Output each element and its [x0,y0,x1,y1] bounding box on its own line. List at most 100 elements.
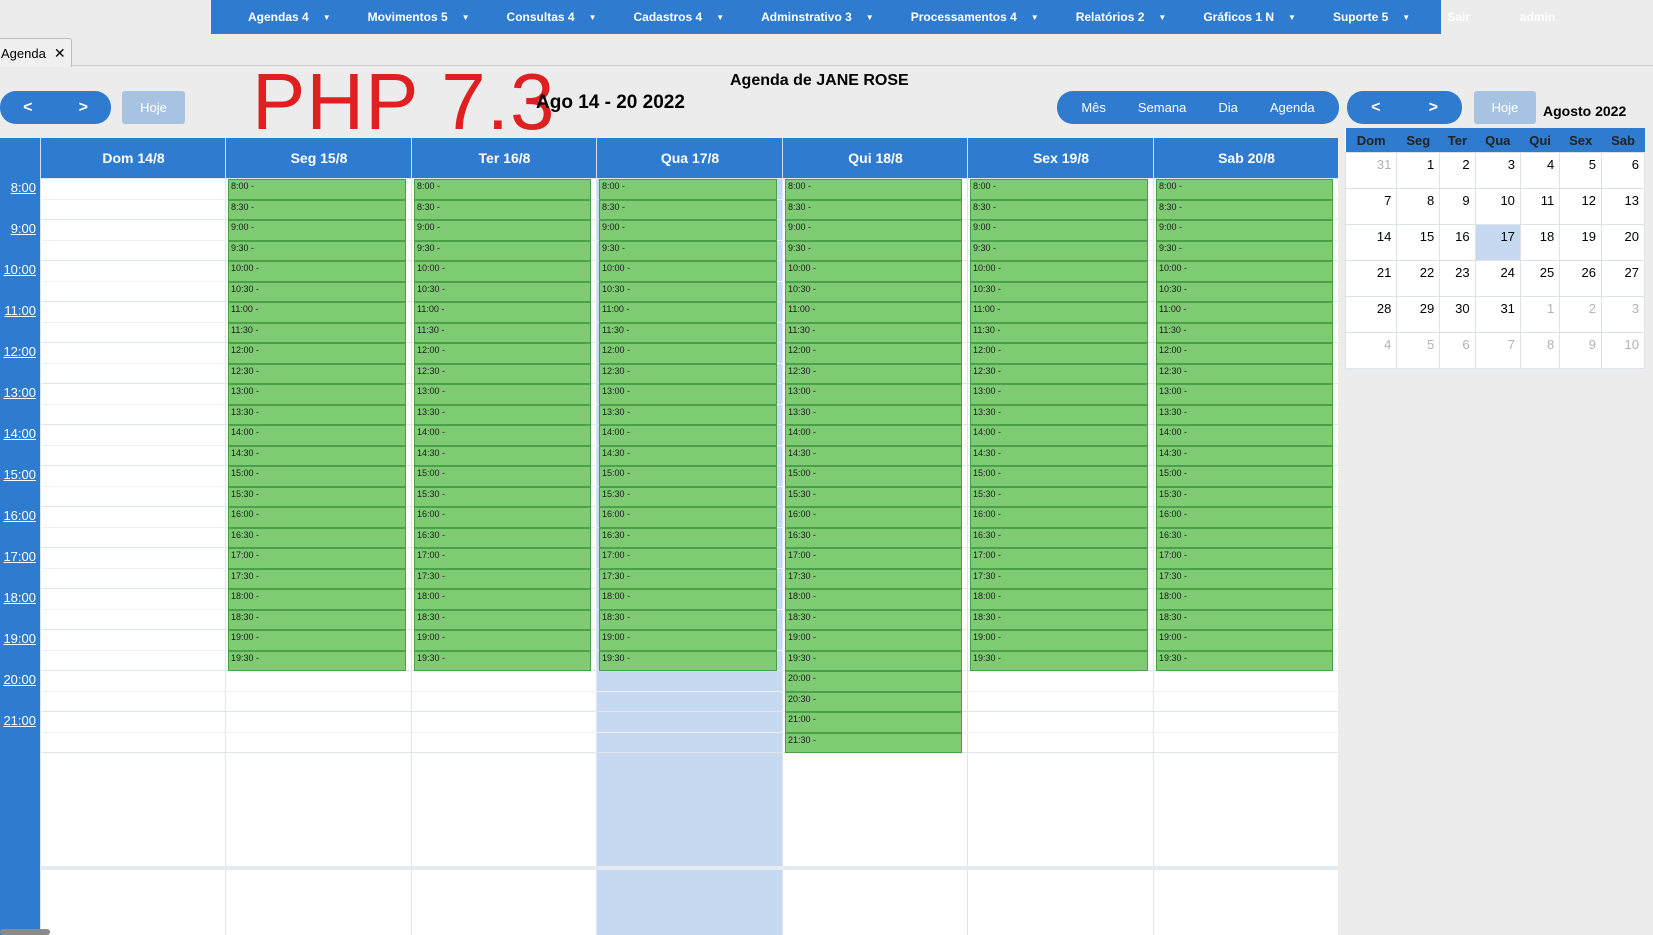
appointment-slot[interactable]: 9:30 - [228,240,406,261]
appointment-slot[interactable]: 9:30 - [1156,240,1333,261]
appointment-slot[interactable]: 11:30 - [785,322,962,343]
appointment-slot[interactable]: 15:00 - [414,466,591,487]
appointment-slot[interactable]: 12:30 - [228,363,406,384]
mini-day-cell[interactable]: 22 [1396,260,1441,297]
appointment-slot[interactable]: 13:30 - [970,404,1148,425]
appointment-slot[interactable]: 14:30 - [414,445,591,466]
nav-menu-item[interactable]: admin [1470,10,1555,24]
mini-day-cell[interactable]: 28 [1344,296,1398,333]
appointment-slot[interactable]: 8:30 - [228,199,406,220]
appointment-slot[interactable]: 17:30 - [1156,568,1333,589]
mini-next-month-button[interactable]: > [1405,91,1463,124]
appointment-slot[interactable]: 10:30 - [228,281,406,302]
mini-day-cell[interactable]: 8 [1519,332,1561,369]
appointment-slot[interactable]: 8:30 - [785,199,962,220]
day-header[interactable]: Sab 20/8 [1153,138,1338,178]
mini-day-cell[interactable]: 9 [1439,188,1476,225]
appointment-slot[interactable]: 8:00 - [414,179,591,200]
appointment-slot[interactable]: 10:00 - [1156,261,1333,282]
appointment-slot[interactable]: 9:30 - [599,240,777,261]
appointment-slot[interactable]: 9:00 - [228,220,406,241]
day-header[interactable]: Seg 15/8 [225,138,412,178]
appointment-slot[interactable]: 16:30 - [599,527,777,548]
prev-week-button[interactable]: < [0,91,56,124]
appointment-slot[interactable]: 13:00 - [414,384,591,405]
appointment-slot[interactable]: 19:00 - [228,630,406,651]
day-header[interactable]: Qui 18/8 [782,138,968,178]
appointment-slot[interactable]: 8:30 - [414,199,591,220]
appointment-slot[interactable]: 18:00 - [785,589,962,610]
day-header[interactable]: Sex 19/8 [967,138,1154,178]
nav-menu-item[interactable]: Suporte 5 ▼ [1296,10,1410,24]
appointment-slot[interactable]: 17:00 - [1156,548,1333,569]
appointment-slot[interactable]: 18:30 - [228,609,406,630]
appointment-slot[interactable]: 11:30 - [599,322,777,343]
appointment-slot[interactable]: 9:00 - [599,220,777,241]
appointment-slot[interactable]: 16:30 - [970,527,1148,548]
mini-day-cell[interactable]: 15 [1396,224,1441,261]
appointment-slot[interactable]: 14:00 - [970,425,1148,446]
appointment-slot[interactable]: 14:00 - [414,425,591,446]
appointment-slot[interactable]: 19:30 - [970,650,1148,671]
appointment-slot[interactable]: 11:30 - [228,322,406,343]
appointment-slot[interactable]: 12:00 - [228,343,406,364]
tab-agenda[interactable]: Agenda ✕ [0,38,72,67]
appointment-slot[interactable]: 14:30 - [785,445,962,466]
appointment-slot[interactable]: 13:00 - [1156,384,1333,405]
appointment-slot[interactable]: 17:00 - [970,548,1148,569]
appointment-slot[interactable]: 18:00 - [414,589,591,610]
appointment-slot[interactable]: 17:30 - [599,568,777,589]
appointment-slot[interactable]: 12:30 - [414,363,591,384]
appointment-slot[interactable]: 8:30 - [599,199,777,220]
nav-menu-item[interactable]: Agendas 4 ▼ [211,10,331,24]
appointment-slot[interactable]: 16:30 - [785,527,962,548]
appointment-slot[interactable]: 13:30 - [1156,404,1333,425]
appointment-slot[interactable]: 18:00 - [599,589,777,610]
mini-day-cell[interactable]: 26 [1559,260,1603,297]
next-week-button[interactable]: > [56,91,112,124]
appointment-slot[interactable]: 16:30 - [1156,527,1333,548]
appointment-slot[interactable]: 19:00 - [785,630,962,651]
mini-day-cell[interactable]: 12 [1559,188,1603,225]
appointment-slot[interactable]: 19:30 - [1156,650,1333,671]
view-button[interactable]: Agenda [1254,100,1331,115]
appointment-slot[interactable]: 18:30 - [599,609,777,630]
appointment-slot[interactable]: 11:30 - [414,322,591,343]
appointment-slot[interactable]: 18:00 - [1156,589,1333,610]
mini-day-cell[interactable]: 3 [1474,152,1521,189]
appointment-slot[interactable]: 14:00 - [228,425,406,446]
appointment-slot[interactable]: 11:00 - [414,302,591,323]
appointment-slot[interactable]: 15:00 - [599,466,777,487]
mini-day-cell[interactable]: 17 [1474,224,1521,261]
appointment-slot[interactable]: 13:30 - [414,404,591,425]
mini-day-cell[interactable]: 10 [1601,332,1645,369]
appointment-slot[interactable]: 21:30 - [785,732,962,753]
appointment-slot[interactable]: 13:00 - [785,384,962,405]
appointment-slot[interactable]: 15:00 - [1156,466,1333,487]
appointment-slot[interactable]: 15:30 - [1156,486,1333,507]
appointment-slot[interactable]: 10:00 - [599,261,777,282]
close-icon[interactable]: ✕ [54,45,66,62]
mini-day-cell[interactable]: 10 [1474,188,1521,225]
appointment-slot[interactable]: 17:30 - [785,568,962,589]
appointment-slot[interactable]: 8:00 - [1156,179,1333,200]
mini-day-cell[interactable]: 6 [1601,152,1645,189]
nav-menu-item[interactable]: Cadastros 4 ▼ [596,10,724,24]
appointment-slot[interactable]: 12:00 - [785,343,962,364]
appointment-slot[interactable]: 17:30 - [970,568,1148,589]
mini-day-cell[interactable]: 4 [1344,332,1398,369]
mini-day-cell[interactable]: 13 [1601,188,1645,225]
appointment-slot[interactable]: 14:30 - [970,445,1148,466]
appointment-slot[interactable]: 21:00 - [785,712,962,733]
appointment-slot[interactable]: 11:00 - [970,302,1148,323]
appointment-slot[interactable]: 18:30 - [414,609,591,630]
mini-day-cell[interactable]: 5 [1559,152,1603,189]
appointment-slot[interactable]: 13:30 - [228,404,406,425]
appointment-slot[interactable]: 9:30 - [785,240,962,261]
mini-day-cell[interactable]: 29 [1396,296,1441,333]
appointment-slot[interactable]: 10:30 - [785,281,962,302]
mini-day-cell[interactable]: 2 [1439,152,1476,189]
mini-day-cell[interactable]: 16 [1439,224,1476,261]
mini-day-cell[interactable]: 1 [1519,296,1561,333]
appointment-slot[interactable]: 10:00 - [228,261,406,282]
